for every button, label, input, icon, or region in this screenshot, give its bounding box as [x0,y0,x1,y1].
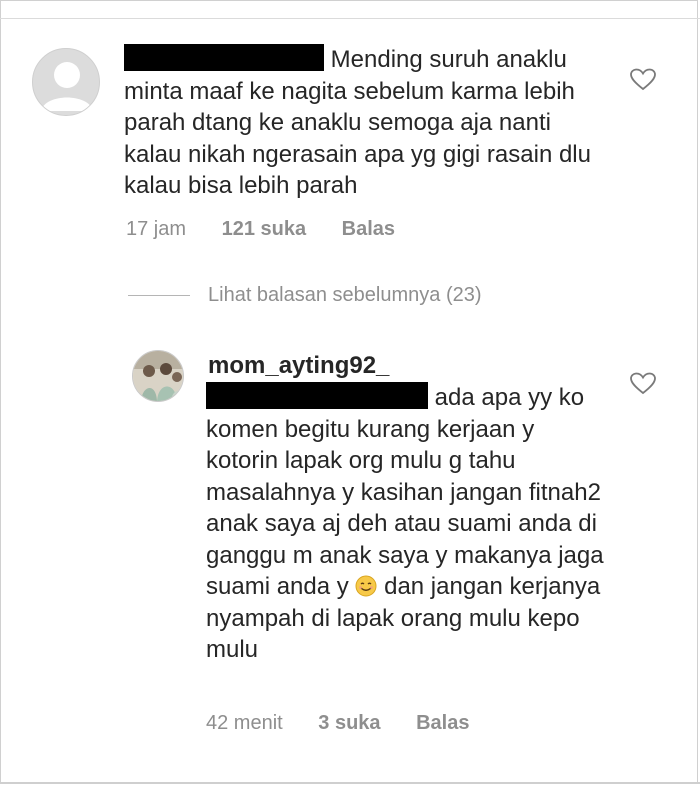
reply-time: 42 menit [206,712,283,734]
heart-outline-icon[interactable] [630,68,656,92]
comment-body: Mending suruh anaklu minta maaf ke nagit… [124,44,604,202]
comment-text-line1: Mending suruh anaklu [330,46,567,73]
redacted-username [124,44,324,71]
default-avatar[interactable] [32,48,100,116]
redacted-mention [206,382,428,409]
replies-dash [128,295,190,296]
user-avatar[interactable] [132,350,184,402]
view-replies-label: Lihat balasan sebelumnya (23) [208,284,482,306]
smiling-face-emoji-icon [355,575,377,597]
like-count-button[interactable]: 121 suka [222,218,307,240]
comment-time: 17 jam [126,218,187,240]
comment-text-rest: minta maaf ke nagita sebelum karma lebih… [124,77,591,200]
reply-meta: 42 menit 3 suka Balas [206,712,499,735]
heart-outline-icon[interactable] [630,372,656,396]
view-previous-replies-button[interactable]: Lihat balasan sebelumnya (23) [128,284,482,307]
reply-button[interactable]: Balas [342,218,395,240]
reply-body: ada apa yy ko komen begitu kurang kerjaa… [206,382,606,666]
divider-top [0,18,700,19]
profile-photo-icon [133,351,183,401]
comment-meta: 17 jam 121 suka Balas [126,218,425,241]
reply-username[interactable]: mom_ayting92_ [208,352,389,380]
like-count-button[interactable]: 3 suka [318,712,380,734]
reply-text-line1: ada apa yy ko [434,384,585,411]
person-silhouette-icon [41,62,93,111]
reply-button[interactable]: Balas [416,712,469,734]
divider-bottom [0,782,700,784]
